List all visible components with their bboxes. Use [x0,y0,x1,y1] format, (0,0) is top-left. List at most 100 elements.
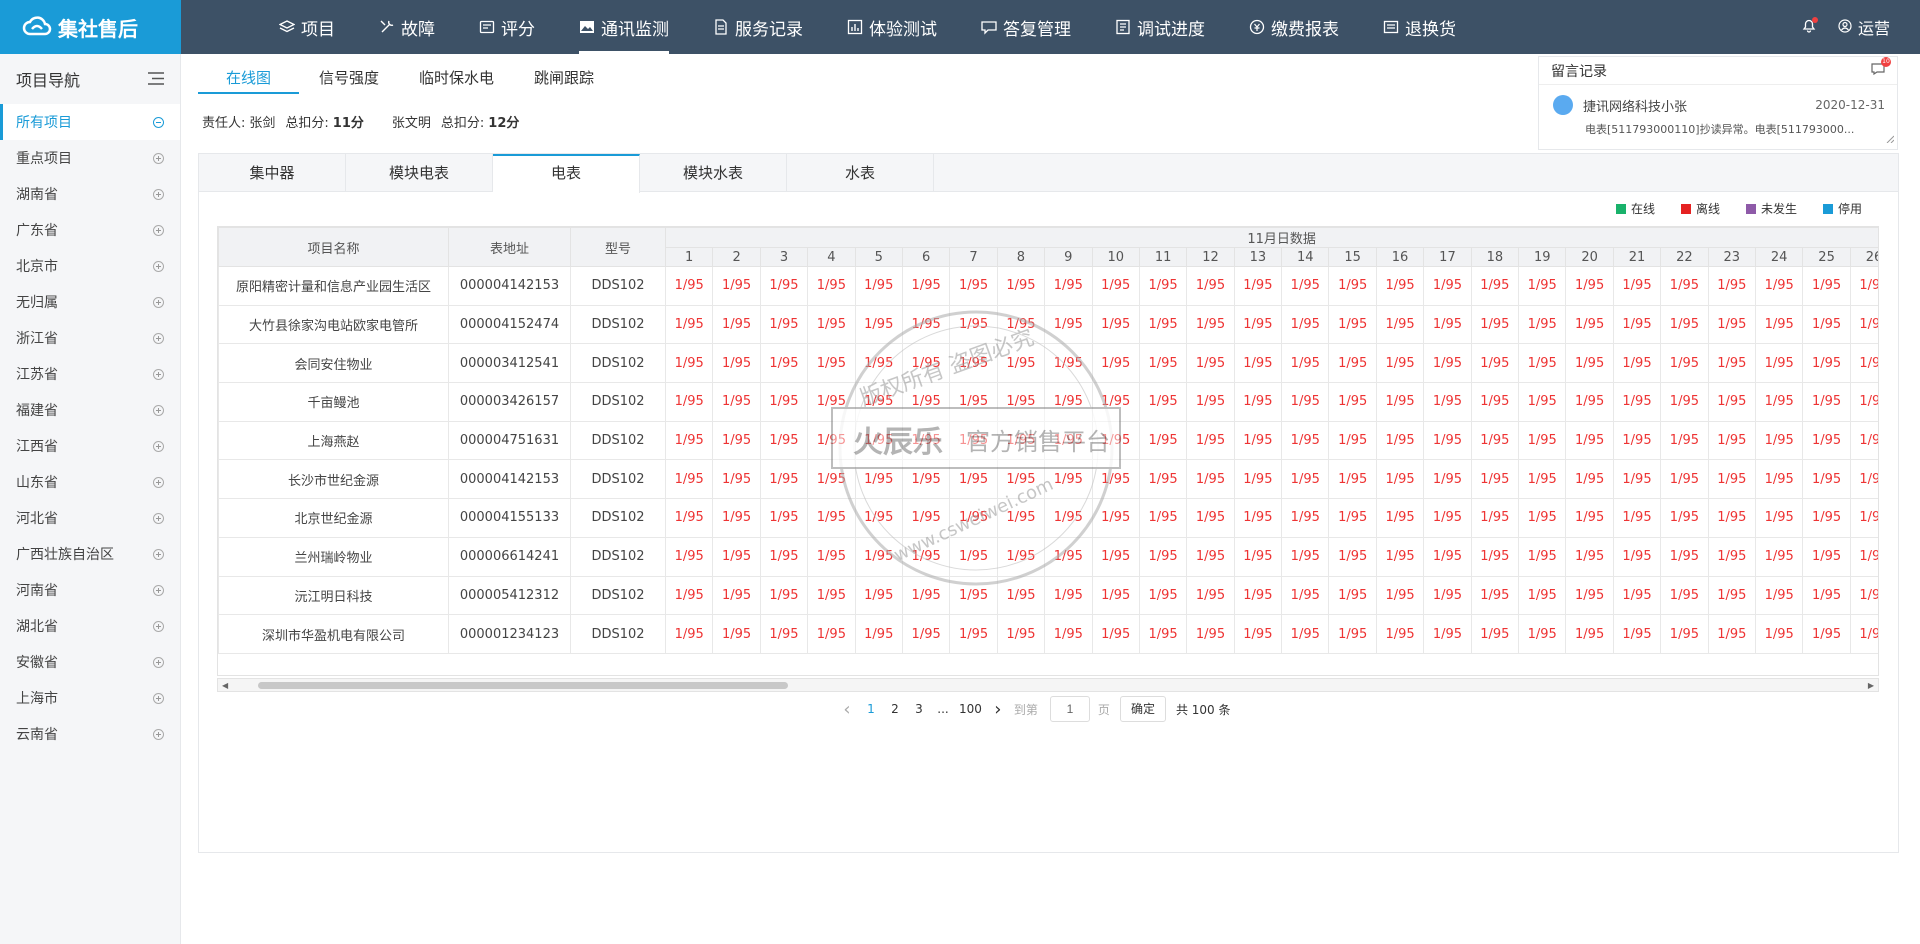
col-header-model[interactable]: 型号 [570,227,666,267]
cell-day-value[interactable]: 1/95 [1470,536,1520,577]
cell-day-value[interactable]: 1/95 [759,614,809,654]
nav-item-7[interactable]: 调试进度 [1115,0,1205,54]
cell-day-value[interactable]: 1/95 [996,536,1046,577]
table-row[interactable]: 上海燕赵 000004751631 DDS102 1/95 1/95 1/95 1/95 1/… [218,420,1878,461]
cell-day-value[interactable]: 1/95 [949,266,998,306]
cell-day-value[interactable]: 1/95 [1565,498,1614,538]
cell-day-value[interactable]: 1/95 [1565,575,1614,616]
expand-icon[interactable] [153,620,164,632]
user-icon[interactable] [1838,18,1852,37]
cell-day-value[interactable]: 1/95 [1518,420,1567,461]
cell-day-value[interactable]: 1/95 [664,614,714,654]
cell-day-value[interactable]: 1/95 [1660,304,1709,345]
sidebar-item[interactable]: 重点项目 [0,140,180,176]
cell-day-value[interactable]: 1/95 [1802,266,1851,306]
cell-day-value[interactable]: 1/95 [1612,536,1662,577]
cell-day-value[interactable]: 1/95 [1612,266,1662,306]
expand-icon[interactable] [153,152,164,164]
cell-day-value[interactable]: 1/95 [1518,304,1567,345]
cell-day-value[interactable]: 1/95 [901,266,951,306]
sidebar-item[interactable]: 无归属 [0,284,180,320]
cell-day-value[interactable]: 1/95 [1565,420,1614,461]
cell-day-value[interactable]: 1/95 [949,420,998,461]
cell-day-value[interactable]: 1/95 [1849,614,1878,654]
cell-day-value[interactable]: 1/95 [1138,304,1188,345]
cell-day-value[interactable]: 1/95 [1754,382,1804,422]
cell-day-value[interactable]: 1/95 [949,382,998,422]
cell-day-value[interactable]: 1/95 [996,575,1046,616]
cell-day-value[interactable]: 1/95 [1233,498,1283,538]
expand-icon[interactable] [153,584,164,596]
cell-day-value[interactable]: 1/95 [1849,304,1878,345]
cell-day-value[interactable]: 1/95 [901,614,951,654]
cell-day-value[interactable]: 1/95 [664,266,714,306]
cell-day-value[interactable]: 1/95 [1044,420,1093,461]
cell-day-value[interactable]: 1/95 [1423,266,1472,306]
cell-day-value[interactable]: 1/95 [1612,420,1662,461]
cell-day-value[interactable]: 1/95 [1233,382,1283,422]
cell-day-value[interactable]: 1/95 [1281,459,1330,500]
table-row[interactable]: 沅江明日科技 000005412312 DDS102 1/95 1/95 1/95 1/95… [218,575,1878,616]
horizontal-scrollbar[interactable]: ◀ ▶ [217,678,1879,692]
cell-day-value[interactable]: 1/95 [1091,575,1140,616]
sidebar-item[interactable]: 安徽省 [0,644,180,680]
cell-day-value[interactable]: 1/95 [1707,536,1756,577]
cell-day-value[interactable]: 1/95 [854,420,903,461]
cell-day-value[interactable]: 1/95 [1281,575,1330,616]
cell-day-value[interactable]: 1/95 [996,498,1046,538]
goto-confirm-button[interactable]: 确定 [1119,696,1166,722]
cell-day-value[interactable]: 1/95 [1470,420,1520,461]
cell-day-value[interactable]: 1/95 [1281,420,1330,461]
cell-day-value[interactable]: 1/95 [1138,382,1188,422]
table-row[interactable]: 千亩鳗池 000003426157 DDS102 1/95 1/95 1/95 1/95 1/… [218,382,1878,422]
cell-day-value[interactable]: 1/95 [807,420,856,461]
cell-day-value[interactable]: 1/95 [1375,304,1425,345]
cell-day-value[interactable]: 1/95 [807,459,856,500]
cell-day-value[interactable]: 1/95 [1328,420,1377,461]
cell-day-value[interactable]: 1/95 [1375,420,1425,461]
cell-day-value[interactable]: 1/95 [1044,382,1093,422]
expand-icon[interactable] [153,224,164,236]
cell-day-value[interactable]: 1/95 [1423,382,1472,422]
cell-day-value[interactable]: 1/95 [901,382,951,422]
scroll-right-icon[interactable]: ▶ [1868,681,1874,690]
cell-day-value[interactable]: 1/95 [807,575,856,616]
nav-item-2[interactable]: 评分 [479,0,535,54]
device-tab-2[interactable]: 电表 [493,154,640,193]
subtab-2[interactable]: 临时保水电 [399,62,514,94]
cell-day-value[interactable]: 1/95 [1612,304,1662,345]
cell-day-value[interactable]: 1/95 [1328,459,1377,500]
expand-icon[interactable] [153,512,164,524]
cell-day-value[interactable]: 1/95 [996,343,1046,384]
cell-day-value[interactable]: 1/95 [712,459,761,500]
cell-day-value[interactable]: 1/95 [1423,536,1472,577]
sidebar-item[interactable]: 广东省 [0,212,180,248]
sidebar-item[interactable]: 江西省 [0,428,180,464]
cell-day-value[interactable]: 1/95 [1281,536,1330,577]
cell-day-value[interactable]: 1/95 [1612,459,1662,500]
cell-day-value[interactable]: 1/95 [1328,343,1377,384]
cell-day-value[interactable]: 1/95 [1328,382,1377,422]
table-row[interactable]: 兰州瑞岭物业 000006614241 DDS102 1/95 1/95 1/95 1/95… [218,536,1878,577]
cell-day-value[interactable]: 1/95 [1375,614,1425,654]
cell-day-value[interactable]: 1/95 [807,614,856,654]
cell-day-value[interactable]: 1/95 [1091,382,1140,422]
cell-day-value[interactable]: 1/95 [1423,498,1472,538]
sidebar-item[interactable]: 北京市 [0,248,180,284]
cell-day-value[interactable]: 1/95 [1660,266,1709,306]
cell-day-value[interactable]: 1/95 [1044,536,1093,577]
cell-day-value[interactable]: 1/95 [1518,575,1567,616]
device-tab-1[interactable]: 模块电表 [346,154,493,192]
cell-day-value[interactable]: 1/95 [996,614,1046,654]
sidebar-item[interactable]: 云南省 [0,716,180,752]
cell-day-value[interactable]: 1/95 [1660,536,1709,577]
cell-day-value[interactable]: 1/95 [807,304,856,345]
cell-day-value[interactable]: 1/95 [759,459,809,500]
cell-day-value[interactable]: 1/95 [807,498,856,538]
nav-item-1[interactable]: 故障 [379,0,435,54]
sidebar-item[interactable]: 福建省 [0,392,180,428]
cell-day-value[interactable]: 1/95 [949,498,998,538]
user-name[interactable]: 运营 [1858,15,1890,39]
cell-day-value[interactable]: 1/95 [901,304,951,345]
cell-day-value[interactable]: 1/95 [1849,498,1878,538]
